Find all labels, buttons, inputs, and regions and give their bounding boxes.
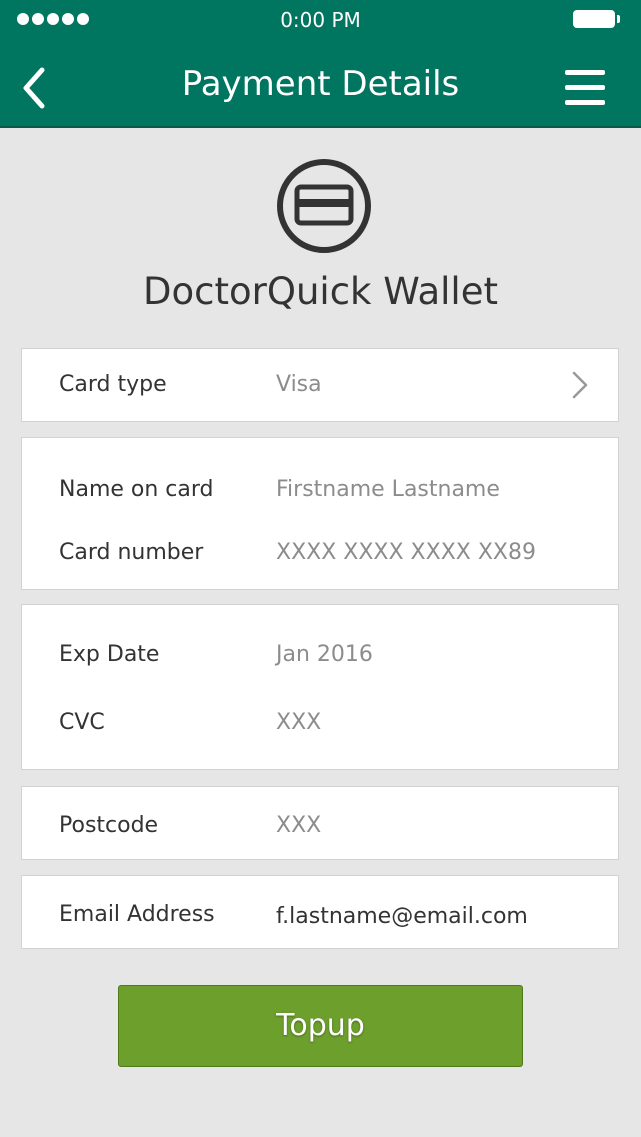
battery-icon xyxy=(573,10,620,28)
card-number-label: Card number xyxy=(59,540,204,565)
card-type-value: Visa xyxy=(276,372,322,397)
name-on-card-label: Name on card xyxy=(59,477,214,502)
exp-date-label: Exp Date xyxy=(59,642,160,667)
cvc-field[interactable]: CVC XXX xyxy=(22,704,618,744)
email-field[interactable]: Email Address f.lastname@email.com xyxy=(22,896,618,936)
page-title: Payment Details xyxy=(181,64,460,104)
cvc-input[interactable]: XXX xyxy=(276,710,321,735)
card-type-field[interactable]: Card type Visa xyxy=(22,366,618,406)
menu-button[interactable] xyxy=(565,70,605,106)
postcode-label: Postcode xyxy=(59,813,159,838)
cvc-label: CVC xyxy=(59,710,105,735)
email-section: Email Address f.lastname@email.com xyxy=(21,875,619,949)
cardholder-section: Name on card Firstname Lastname Card num… xyxy=(21,437,619,590)
status-time: 0:00 PM xyxy=(280,8,361,32)
name-on-card-field[interactable]: Name on card Firstname Lastname xyxy=(22,471,618,511)
exp-date-field[interactable]: Exp Date Jan 2016 xyxy=(22,636,618,676)
card-icon xyxy=(275,157,373,255)
chevron-right-icon xyxy=(572,371,588,399)
status-bar: 0:00 PM xyxy=(0,0,641,40)
postcode-section: Postcode XXX xyxy=(21,786,619,860)
email-label: Email Address xyxy=(59,902,215,927)
wallet-title: DoctorQuick Wallet xyxy=(143,270,498,313)
app-header: 0:00 PM Payment Details xyxy=(0,0,641,128)
email-input[interactable]: f.lastname@email.com xyxy=(276,904,528,929)
menu-icon xyxy=(565,70,605,105)
card-number-field[interactable]: Card number XXXX XXXX XXXX XX89 xyxy=(22,534,618,574)
topup-button[interactable]: Topup xyxy=(118,985,523,1067)
name-on-card-input[interactable]: Firstname Lastname xyxy=(276,477,500,502)
postcode-field[interactable]: Postcode XXX xyxy=(22,807,618,847)
exp-date-input[interactable]: Jan 2016 xyxy=(276,642,373,667)
expiry-section: Exp Date Jan 2016 CVC XXX xyxy=(21,604,619,770)
card-type-row[interactable]: Card type Visa xyxy=(21,348,619,422)
card-number-input[interactable]: XXXX XXXX XXXX XX89 xyxy=(276,540,536,565)
card-type-label: Card type xyxy=(59,372,167,397)
postcode-input[interactable]: XXX xyxy=(276,813,321,838)
